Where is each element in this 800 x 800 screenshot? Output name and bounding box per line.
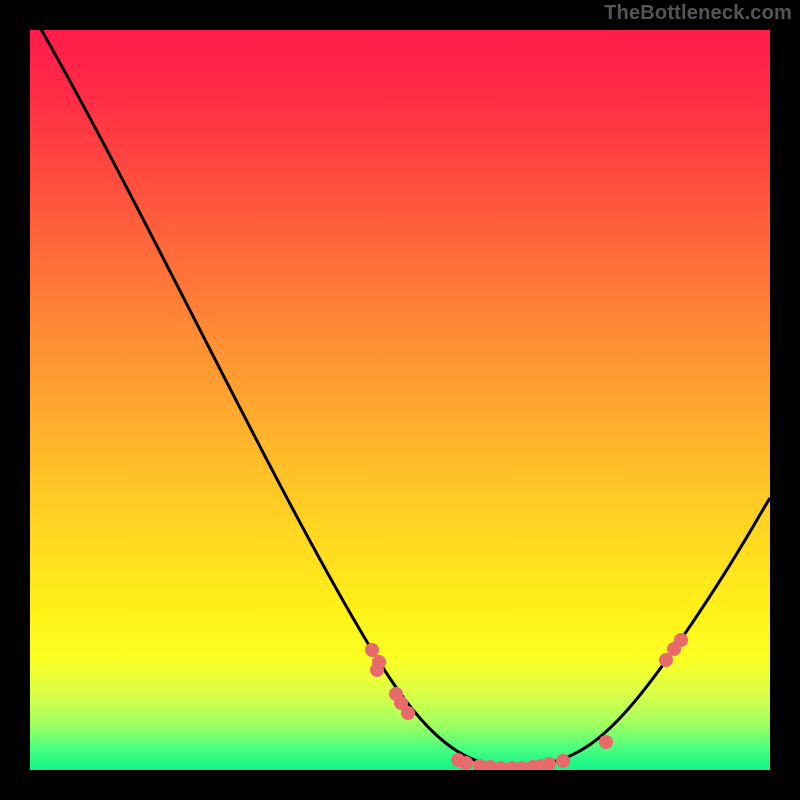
highlight-dot — [365, 643, 379, 657]
highlight-dot — [674, 633, 688, 647]
chart-frame: TheBottleneck.com — [0, 0, 800, 800]
highlight-dot — [459, 756, 473, 770]
plot-area — [30, 30, 770, 770]
curve-layer — [30, 30, 770, 770]
highlight-dot — [542, 757, 556, 770]
highlight-dots-group — [365, 633, 688, 770]
highlight-dot — [599, 735, 613, 749]
bottleneck-curve — [30, 30, 770, 767]
highlight-dot — [556, 754, 570, 768]
highlight-dot — [370, 663, 384, 677]
highlight-dot — [401, 706, 415, 720]
watermark-label: TheBottleneck.com — [604, 2, 792, 25]
